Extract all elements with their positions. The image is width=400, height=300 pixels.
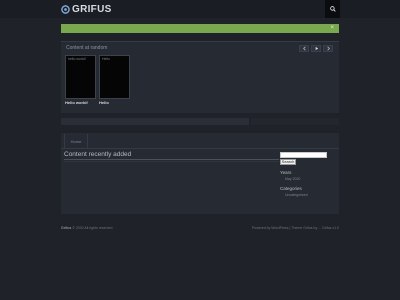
play-icon [315, 46, 318, 51]
random-content-panel: Content at random hello world! Hello wor… [61, 41, 339, 113]
footer-rights: © 2020 All rights reserved [71, 226, 113, 230]
card-thumbnail[interactable]: hello world! [65, 55, 96, 99]
carousel-next-button[interactable] [323, 45, 333, 52]
main-content: Home Content recently added Search Years… [61, 133, 339, 214]
carousel-card[interactable]: hello world! Hello world! [65, 55, 96, 105]
site-logo[interactable]: GRIFUS [61, 3, 112, 15]
footer-site-name[interactable]: Grifus [61, 226, 71, 230]
panel-title: Content at random [66, 45, 108, 51]
gear-logo-icon [61, 4, 70, 14]
card-label[interactable]: Hello [99, 100, 130, 105]
card-thumb-text: hello world! [68, 57, 86, 61]
years-widget-title: Years [280, 170, 292, 175]
section-divider-secondary [64, 161, 279, 162]
categories-widget-title: Categories [280, 186, 302, 191]
carousel-prev-button[interactable] [299, 45, 309, 52]
tab-home[interactable]: Home [64, 134, 88, 148]
sidebar: Search Years May 2020 Categories Uncateg… [280, 152, 338, 197]
search-icon [329, 6, 336, 12]
next-icon [326, 46, 330, 51]
carousel-card[interactable]: Hello Hello [99, 55, 130, 105]
notice-close-button[interactable]: × [330, 25, 334, 32]
sidebar-search-button[interactable]: Search [280, 159, 296, 165]
top-bar: GRIFUS [0, 0, 400, 18]
carousel-play-button[interactable] [311, 45, 321, 52]
search-button[interactable] [325, 0, 340, 18]
footer-credits: Powered by WordPress | Theme Grifus by .… [251, 226, 339, 230]
content-strip-side [251, 118, 339, 125]
years-link[interactable]: May 2020 [285, 177, 338, 181]
notice-bar: × [61, 24, 339, 33]
section-title: Content recently added [64, 151, 132, 158]
card-thumbnail[interactable]: Hello [99, 55, 130, 99]
tab-divider [61, 148, 339, 149]
carousel-controls [299, 45, 333, 52]
section-divider [64, 159, 279, 160]
card-label[interactable]: Hello world! [65, 100, 96, 105]
footer-copyright: Grifus © 2020 All rights reserved [61, 226, 112, 230]
sidebar-search-input[interactable] [280, 152, 327, 158]
categories-link[interactable]: Uncategorized [285, 193, 338, 197]
card-thumb-text: Hello [102, 57, 110, 61]
logo-text: GRIFUS [72, 3, 112, 15]
content-strip [61, 118, 249, 125]
prev-icon [302, 46, 306, 51]
